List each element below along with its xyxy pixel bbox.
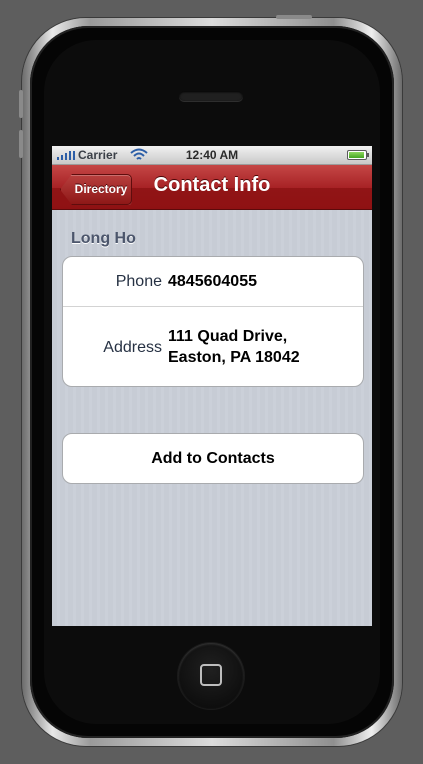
address-row[interactable]: Address 111 Quad Drive, Easton, PA 18042 [63, 307, 363, 386]
home-square-icon [200, 664, 222, 686]
page-title: Contact Info [153, 174, 271, 196]
address-line-2: Easton, PA 18042 [168, 349, 300, 366]
volume-up-button [19, 90, 23, 118]
navigation-bar: Directory Contact Info [52, 165, 372, 210]
status-time: 12:40 AM [185, 148, 239, 162]
contact-info-group: Phone 4845604055 Address 111 Quad Drive,… [62, 256, 364, 387]
phone-label: Phone [115, 273, 162, 290]
address-line-1: 111 Quad Drive, [168, 328, 288, 345]
home-button-icon[interactable] [178, 643, 244, 709]
add-to-contacts-group: Add to Contacts [62, 433, 364, 484]
contact-name-header: Long Ho [71, 230, 136, 247]
address-label: Address [103, 339, 162, 356]
iphone-screen: Carrier 12:40 AM Directory Contact Info … [52, 146, 372, 626]
address-value: 111 Quad Drive, Easton, PA 18042 [168, 326, 354, 368]
simulator-stage: Carrier 12:40 AM Directory Contact Info … [0, 0, 423, 764]
sleep-button [276, 15, 312, 19]
status-bar: Carrier 12:40 AM [52, 146, 372, 165]
battery-icon [347, 150, 369, 160]
add-to-contacts-button[interactable]: Add to Contacts [63, 434, 363, 483]
volume-down-button [19, 130, 23, 158]
phone-row[interactable]: Phone 4845604055 [63, 257, 363, 307]
phone-value: 4845604055 [168, 273, 257, 290]
earpiece-speaker [179, 91, 243, 101]
